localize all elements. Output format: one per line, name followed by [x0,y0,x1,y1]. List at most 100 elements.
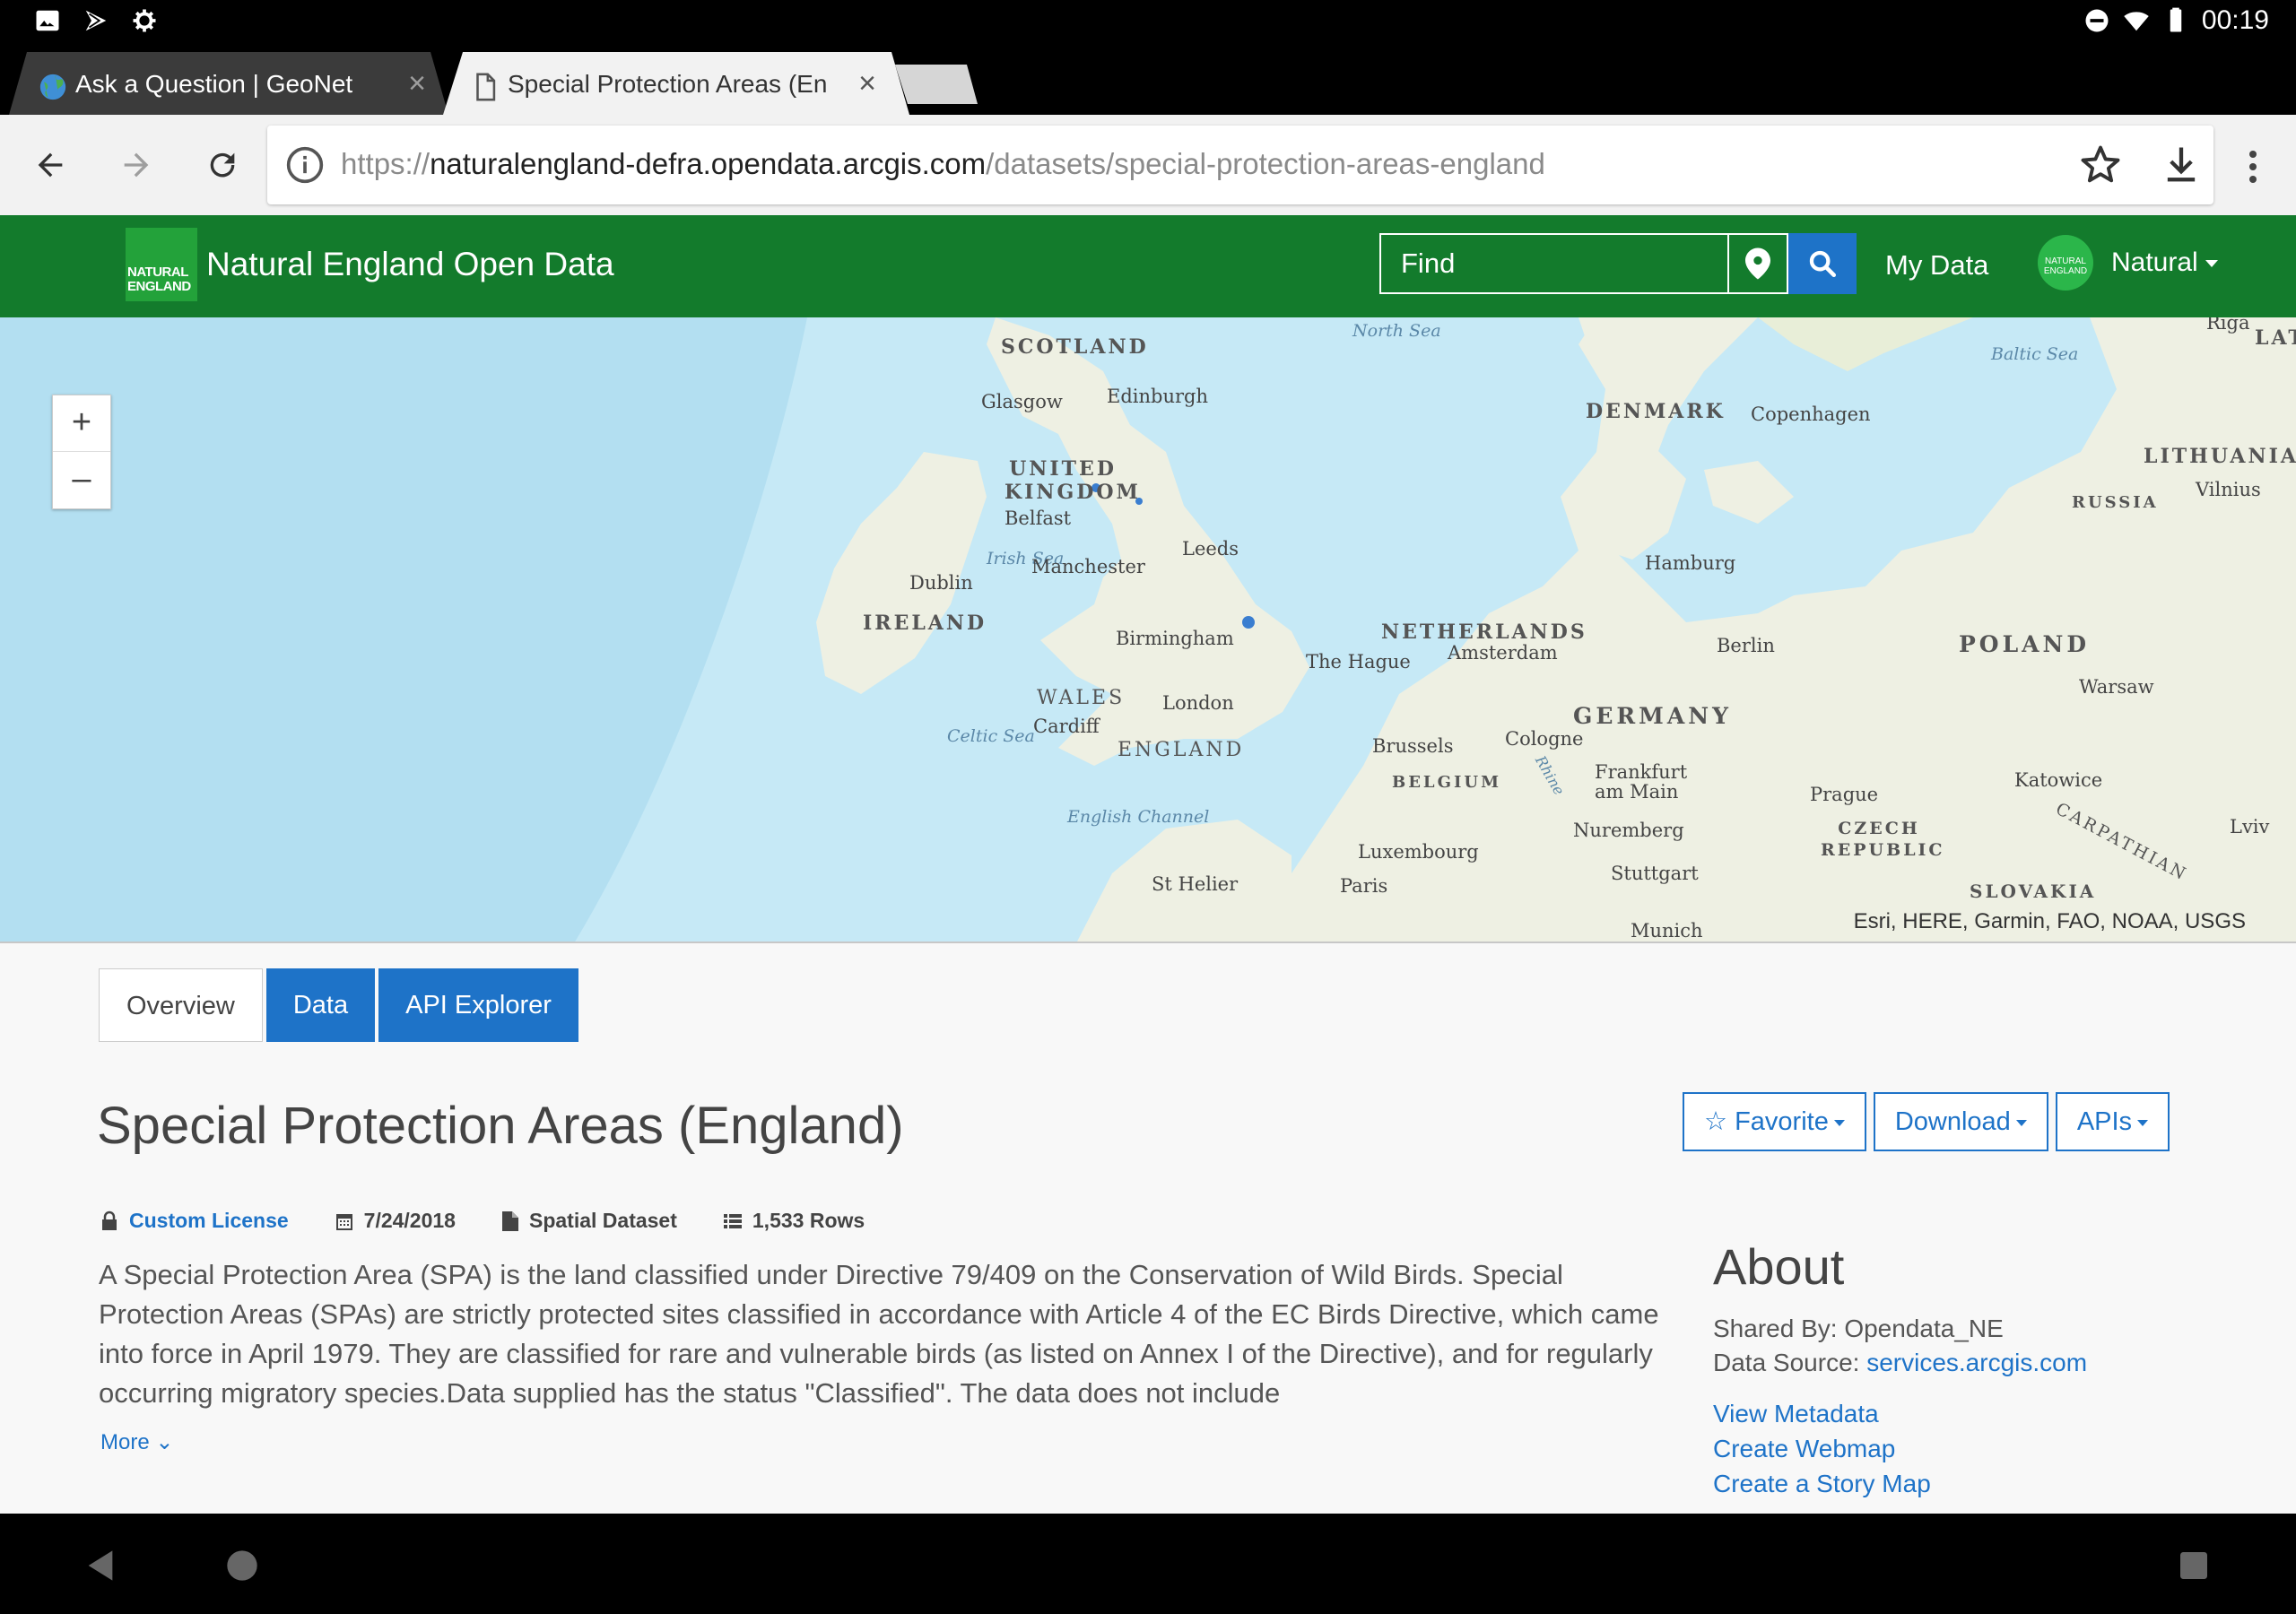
more-link[interactable]: More ⌄ [100,1429,173,1455]
shared-by: Shared By: Opendata_NE [1713,1315,2004,1342]
play-store-icon [85,10,107,31]
caret-down-icon [2205,260,2218,268]
about-links: View Metadata Create Webmap Create a Sto… [1713,1396,2251,1501]
reload-button[interactable] [197,140,248,190]
map-label: UNITED KINGDOM [1004,457,1141,504]
map-label: Baltic Sea [1991,344,2079,364]
download-button[interactable]: Download [1873,1092,2048,1151]
map-label: Berlin [1717,635,1775,656]
map-label: St Helier [1152,873,1239,895]
map-label: English Channel [1067,807,1210,827]
back-nav-icon[interactable] [83,1548,118,1584]
search-button[interactable] [1788,233,1857,294]
address-bar[interactable]: https://naturalengland-defra.opendata.ar… [267,126,2213,204]
site-title[interactable]: Natural England Open Data [206,246,614,283]
tab-title: Special Protection Areas (En [508,70,828,98]
caret-down-icon [2137,1119,2149,1126]
arrow-left-icon [38,152,63,178]
caret-down-icon [1833,1119,1845,1126]
map-label: The Hague [1306,651,1411,672]
about-heading: About [1713,1238,1845,1295]
map-label: North Sea [1352,321,1441,341]
zoom-out-button[interactable]: – [53,452,110,508]
map-label: POLAND [1959,631,2091,657]
create-webmap-link[interactable]: Create Webmap [1713,1431,2251,1466]
license-link[interactable]: Custom License [129,1209,289,1233]
lock-icon [102,1210,117,1230]
map-label: LAT [2255,326,2296,350]
bookmark-star-icon[interactable] [2077,142,2124,188]
home-nav-icon[interactable] [224,1548,260,1584]
map-label: Belfast [1004,508,1072,529]
map-label: Katowice [2014,769,2103,791]
close-tab-icon[interactable]: × [852,68,883,99]
download-icon[interactable] [2158,142,2205,188]
map-label: LITHUANIA [2144,445,2296,468]
updated-date: 7/24/2018 [363,1209,456,1232]
map-label: Frankfurt am Main [1595,761,1688,803]
tab-overview[interactable]: Overview [99,968,263,1042]
info-icon[interactable] [285,145,325,185]
user-menu[interactable]: Natural [2111,247,2218,278]
map-label: Luxembourg [1358,841,1479,863]
tab-special-protection-areas[interactable]: Special Protection Areas (En × [443,52,909,115]
clock: 00:19 [2201,5,2269,35]
dataset-actions: ☆ Favorite Download APIs [1683,1092,2170,1151]
arrow-right-icon [124,152,149,178]
create-story-map-link[interactable]: Create a Story Map [1713,1466,2251,1501]
data-source-link[interactable]: services.arcgis.com [1866,1349,2087,1376]
site-header: NATURAL ENGLAND Natural England Open Dat… [0,215,2296,317]
map-label: Prague [1810,784,1879,805]
dataset-content: Overview Data API Explorer Special Prote… [0,943,2296,1514]
map-label: Birmingham [1116,628,1234,649]
row-count: 1,533 Rows [752,1209,865,1232]
calendar-icon [335,1213,352,1230]
dataset-meta: Custom License 7/24/2018 Spatial Dataset… [99,1209,865,1233]
battery-icon [2170,7,2182,32]
avatar[interactable]: NATURAL ENGLAND [2038,235,2093,291]
map-pin-icon [1745,247,1770,280]
my-data-link[interactable]: My Data [1885,249,1988,282]
map-label: Glasgow [981,391,1063,412]
map-label: Celtic Sea [947,726,1035,746]
forward-button[interactable] [111,140,161,190]
tab-data[interactable]: Data [265,968,376,1042]
zoom-in-button[interactable]: + [53,395,110,452]
map-label: BELGIUM [1392,773,1502,792]
find-box [1379,233,1788,294]
back-button[interactable] [25,140,75,190]
favorite-button[interactable]: ☆ Favorite [1683,1092,1866,1151]
recents-nav-icon[interactable] [2176,1548,2212,1584]
map-label: Copenhagen [1751,404,1871,425]
map-label: Edinburgh [1107,386,1208,407]
location-button[interactable] [1727,235,1787,292]
map-label: Hamburg [1645,552,1736,574]
image-icon [36,10,59,31]
apis-button[interactable]: APIs [2055,1092,2170,1151]
new-tab-button[interactable] [895,65,978,104]
map-label: Manchester [1031,556,1145,577]
map-label: Warsaw [2079,676,2154,698]
search-input[interactable] [1381,235,1727,292]
natural-england-logo[interactable]: NATURAL ENGLAND [126,228,197,301]
close-tab-icon[interactable]: × [402,68,432,99]
map-label: Munich [1631,920,1703,941]
map-label: Cologne [1505,728,1584,750]
map-label: Cardiff [1033,716,1100,737]
map-view[interactable]: + – SCOTLAND North Sea Baltic Sea Riga L… [0,317,2296,943]
map-attribution: Esri, HERE, Garmin, FAO, NOAA, USGS [1853,909,2246,933]
about-panel: About Shared By: Opendata_NE Data Source… [1713,1237,2251,1501]
browser-toolbar: https://naturalengland-defra.opendata.ar… [0,115,2296,215]
file-icon [501,1210,518,1231]
tab-strip: Ask a Question | GeoNet × Special Protec… [0,47,2296,115]
wifi-icon [2124,12,2149,31]
tab-geonet[interactable]: Ask a Question | GeoNet × [0,52,448,115]
globe-icon [39,74,66,100]
view-metadata-link[interactable]: View Metadata [1713,1396,2251,1431]
tab-api-explorer[interactable]: API Explorer [378,968,578,1042]
list-icon [723,1213,742,1228]
more-vert-icon[interactable] [2235,142,2271,192]
map-label: Amsterdam [1448,642,1558,664]
download-label: Download [1894,1107,2011,1136]
more-label: More [100,1430,150,1454]
